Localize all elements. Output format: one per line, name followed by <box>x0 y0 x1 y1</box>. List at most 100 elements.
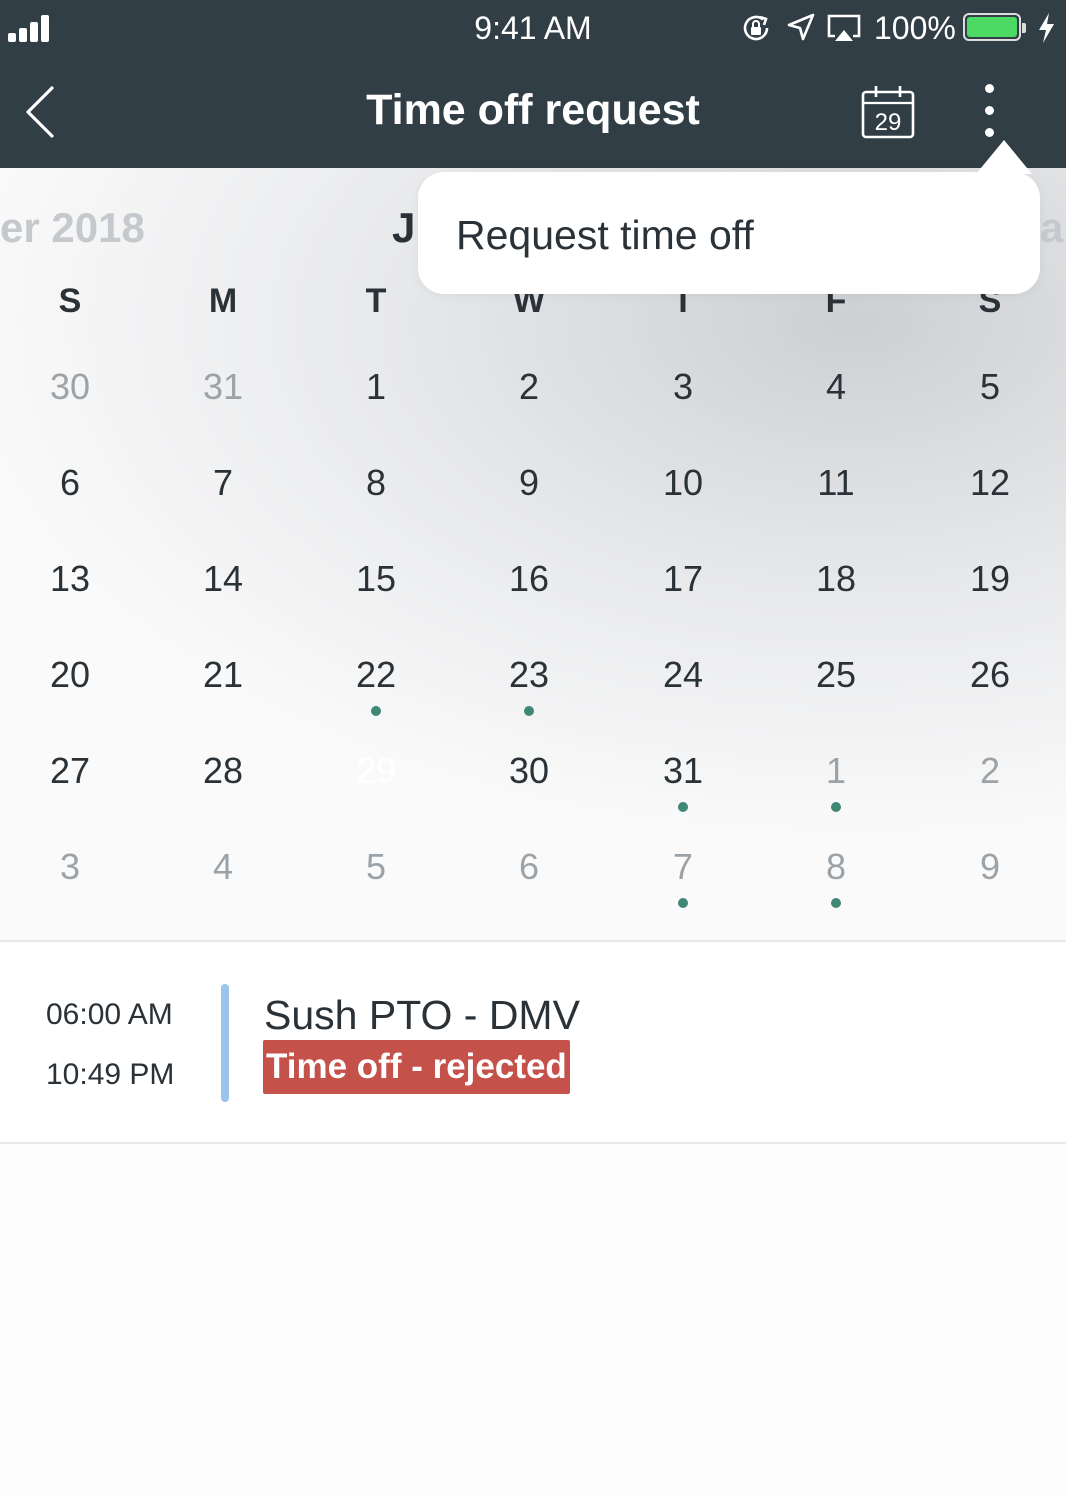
calendar-day[interactable]: 30 <box>484 726 574 816</box>
calendar-day[interactable]: 4 <box>791 342 881 432</box>
day-number: 7 <box>212 462 234 503</box>
day-number: 24 <box>662 654 704 695</box>
next-month-label[interactable]: a <box>1040 204 1063 252</box>
day-number: 10 <box>662 462 704 503</box>
location-icon <box>787 13 815 41</box>
day-number: 8 <box>365 462 387 503</box>
more-options-icon[interactable] <box>970 80 1010 142</box>
calendar-day[interactable]: 9 <box>945 822 1035 912</box>
calendar-day[interactable]: 30 <box>25 342 115 432</box>
event-item[interactable]: 06:00 AM 10:49 PM Sush PTO - DMV Time of… <box>0 942 1066 1142</box>
calendar-day[interactable]: 19 <box>945 534 1035 624</box>
weekday-label: S <box>58 282 82 320</box>
calendar-day[interactable]: 3 <box>638 342 728 432</box>
calendar-day[interactable]: 25 <box>791 630 881 720</box>
calendar-day[interactable]: 21 <box>178 630 268 720</box>
prev-month-label[interactable]: er 2018 <box>0 204 145 252</box>
day-number: 20 <box>49 654 91 695</box>
weekday-label: T <box>365 282 387 320</box>
calendar-day[interactable]: 15 <box>331 534 421 624</box>
calendar-day[interactable]: 28 <box>178 726 268 816</box>
calendar-day[interactable]: 7 <box>178 438 268 528</box>
event-indicator-dot <box>678 898 688 908</box>
calendar-day[interactable]: 24 <box>638 630 728 720</box>
calendar-day[interactable]: 17 <box>638 534 728 624</box>
day-number: 2 <box>518 366 540 407</box>
calendar-day[interactable]: 1 <box>331 342 421 432</box>
day-number: 22 <box>355 654 397 695</box>
calendar-day[interactable]: 12 <box>945 438 1035 528</box>
calendar-day[interactable]: 8 <box>791 822 881 912</box>
calendar-today-button[interactable]: 29 <box>860 84 916 140</box>
current-month-label: J <box>392 204 416 251</box>
calendar-day[interactable]: 6 <box>484 822 574 912</box>
day-number: 9 <box>518 462 540 503</box>
day-number: 28 <box>202 750 244 791</box>
day-number: 8 <box>825 846 847 887</box>
calendar-day-selected[interactable]: 29 <box>331 726 421 816</box>
calendar-day[interactable]: 4 <box>178 822 268 912</box>
day-number: 30 <box>508 750 550 791</box>
popover-arrow <box>976 140 1032 174</box>
day-number: 3 <box>672 366 694 407</box>
calendar-day[interactable]: 2 <box>484 342 574 432</box>
calendar-day[interactable]: 5 <box>945 342 1035 432</box>
calendar-day[interactable]: 10 <box>638 438 728 528</box>
day-number: 12 <box>969 462 1011 503</box>
calendar-day[interactable]: 27 <box>25 726 115 816</box>
event-indicator-dot <box>831 802 841 812</box>
day-number: 13 <box>49 558 91 599</box>
calendar-day[interactable]: 22 <box>331 630 421 720</box>
rotation-lock-icon <box>743 15 769 41</box>
options-popover: Request time off <box>418 140 1040 294</box>
calendar-icon: 29 <box>861 86 915 139</box>
event-indicator-dot <box>371 706 381 716</box>
day-number: 6 <box>59 462 81 503</box>
day-number: 16 <box>508 558 550 599</box>
calendar-day[interactable]: 23 <box>484 630 574 720</box>
day-number: 14 <box>202 558 244 599</box>
calendar-day[interactable]: 31 <box>178 342 268 432</box>
day-number: 15 <box>355 558 397 599</box>
calendar-day[interactable]: 9 <box>484 438 574 528</box>
day-number: 5 <box>365 846 387 887</box>
day-number: 18 <box>815 558 857 599</box>
event-end-time: 10:49 PM <box>46 1058 175 1091</box>
event-indicator-dot <box>678 802 688 812</box>
event-title: Sush PTO - DMV <box>264 992 580 1038</box>
calendar-day[interactable]: 7 <box>638 822 728 912</box>
charging-icon <box>1039 13 1054 43</box>
calendar-day[interactable]: 2 <box>945 726 1035 816</box>
day-number: 31 <box>662 750 704 791</box>
calendar-day[interactable]: 1 <box>791 726 881 816</box>
calendar-day[interactable]: 18 <box>791 534 881 624</box>
calendar-day[interactable]: 11 <box>791 438 881 528</box>
day-number: 11 <box>817 462 855 503</box>
day-number: 26 <box>969 654 1011 695</box>
calendar-day[interactable]: 8 <box>331 438 421 528</box>
day-number: 4 <box>212 846 234 887</box>
calendar-day[interactable]: 6 <box>25 438 115 528</box>
request-time-off-menu-item[interactable]: Request time off <box>456 212 754 259</box>
day-number: 21 <box>202 654 244 695</box>
status-bar: 9:41 AM 100% <box>0 0 1066 58</box>
day-number: 1 <box>825 750 847 791</box>
day-number: 30 <box>49 366 91 407</box>
day-number: 6 <box>518 846 540 887</box>
calendar-day[interactable]: 13 <box>25 534 115 624</box>
calendar-day[interactable]: 20 <box>25 630 115 720</box>
airplay-icon <box>827 14 861 41</box>
day-number: 27 <box>49 750 91 791</box>
calendar-day[interactable]: 3 <box>25 822 115 912</box>
calendar-day[interactable]: 26 <box>945 630 1035 720</box>
day-number: 19 <box>969 558 1011 599</box>
day-number: 23 <box>508 654 550 695</box>
day-number: 3 <box>59 846 81 887</box>
calendar-day[interactable]: 5 <box>331 822 421 912</box>
calendar-day[interactable]: 31 <box>638 726 728 816</box>
calendar-day[interactable]: 14 <box>178 534 268 624</box>
day-number: 17 <box>662 558 704 599</box>
calendar-day[interactable]: 16 <box>484 534 574 624</box>
day-number: 25 <box>815 654 857 695</box>
day-number: 7 <box>672 846 694 887</box>
